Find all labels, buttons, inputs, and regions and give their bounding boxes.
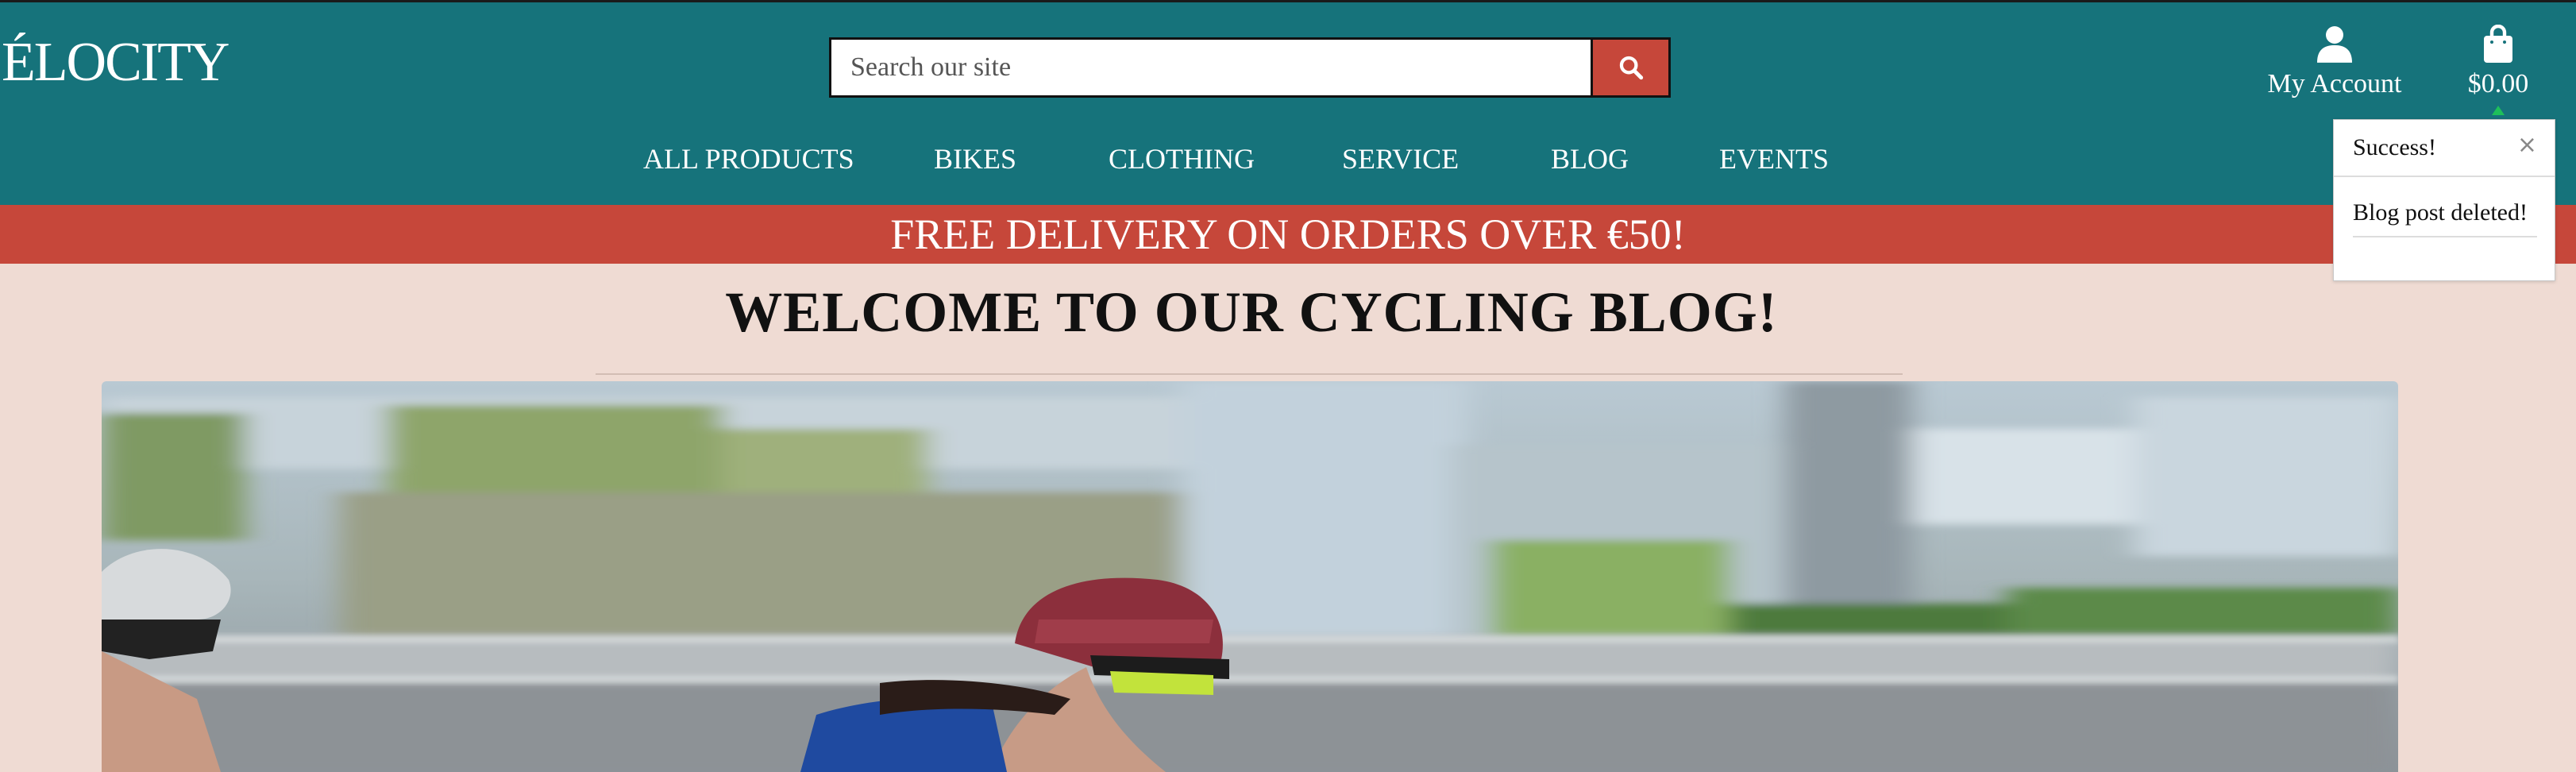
nav-bikes[interactable]: BIKES <box>934 142 1016 176</box>
search-icon <box>1619 56 1643 80</box>
my-account-label: My Account <box>2267 69 2402 98</box>
nav-all-products[interactable]: ALL PRODUCTS <box>643 142 854 176</box>
bag-indicator <box>2492 106 2505 115</box>
page-title: WELCOME TO OUR CYCLING BLOG! <box>725 280 1778 344</box>
site-header: ÉLOCITY My Account $0.00 ALL PRODUCTS BI… <box>0 0 2576 205</box>
toast-title: Success! <box>2353 134 2436 160</box>
main-nav: ALL PRODUCTS BIKES CLOTHING SERVICE BLOG… <box>0 142 2576 183</box>
shopping-bag-icon <box>2484 24 2512 63</box>
toast-message: Blog post deleted! <box>2353 199 2528 226</box>
site-logo[interactable]: ÉLOCITY <box>2 31 229 95</box>
success-toast: Success! × Blog post deleted! <box>2333 119 2555 281</box>
user-icon <box>2317 26 2352 63</box>
close-icon[interactable]: × <box>2517 131 2537 159</box>
search-input[interactable] <box>831 40 1591 95</box>
search-button[interactable] <box>1591 40 1668 95</box>
delivery-banner: FREE DELIVERY ON ORDERS OVER €50! <box>0 205 2576 264</box>
nav-blog[interactable]: BLOG <box>1551 142 1629 176</box>
my-account-link[interactable]: My Account <box>2255 25 2414 99</box>
toast-divider <box>2353 236 2537 237</box>
toast-header: Success! × <box>2334 120 2555 177</box>
hero-image <box>102 381 2398 772</box>
search-form <box>829 37 1671 98</box>
nav-events[interactable]: EVENTS <box>1719 142 1829 176</box>
shopping-bag-link[interactable]: $0.00 <box>2457 24 2539 115</box>
bag-total: $0.00 <box>2467 69 2529 98</box>
title-divider <box>596 373 1903 375</box>
nav-service[interactable]: SERVICE <box>1342 142 1459 176</box>
nav-clothing[interactable]: CLOTHING <box>1109 142 1255 176</box>
